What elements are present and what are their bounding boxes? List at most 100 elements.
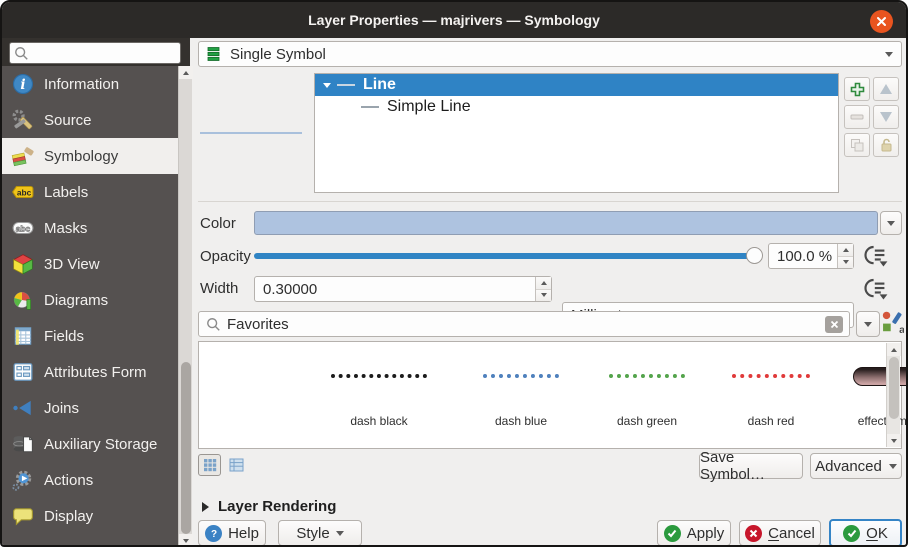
- opacity-slider-handle[interactable]: [746, 247, 763, 264]
- color-dropdown-button[interactable]: [880, 211, 902, 235]
- clear-search-button[interactable]: [825, 316, 843, 333]
- ok-label: OK: [866, 525, 888, 542]
- symbol-list-scrollbar-thumb[interactable]: [889, 357, 899, 419]
- svg-text:abc: abc: [16, 224, 31, 234]
- move-up-button[interactable]: [873, 77, 899, 101]
- cancel-button[interactable]: Cancel: [739, 520, 821, 546]
- renderer-combo[interactable]: Single Symbol: [198, 41, 902, 67]
- favorites-search-input[interactable]: [225, 313, 805, 335]
- joins-icon: [11, 397, 35, 419]
- symbol-item-dash-black[interactable]: dash black: [319, 352, 439, 444]
- sidebar-item-label: Masks: [44, 220, 87, 237]
- style-manager-button[interactable]: a: [880, 310, 906, 336]
- help-label: Help: [228, 525, 259, 542]
- sidebar-item-attributes-form[interactable]: Attributes Form: [2, 354, 178, 390]
- scroll-up-arrow[interactable]: [179, 66, 193, 79]
- style-label: Style: [296, 525, 329, 542]
- down-arrow-icon: [879, 111, 893, 123]
- help-button[interactable]: ? Help: [198, 520, 266, 546]
- expand-arrow-icon[interactable]: [323, 83, 331, 88]
- chevron-down-icon: [887, 221, 895, 226]
- sidebar-scrollbar-thumb[interactable]: [181, 362, 191, 534]
- sidebar-item-labels[interactable]: abc Labels: [2, 174, 178, 210]
- actions-icon: [11, 469, 35, 491]
- saved-styles-dropdown-button[interactable]: [856, 311, 880, 337]
- spin-up-button[interactable]: [838, 244, 853, 257]
- symbol-preview: [609, 352, 685, 400]
- width-spinbox[interactable]: 0.30000: [254, 276, 552, 302]
- width-data-defined-button[interactable]: [864, 277, 890, 301]
- opacity-spin-buttons[interactable]: [837, 244, 853, 268]
- display-icon: [11, 505, 35, 527]
- ok-button[interactable]: OK: [829, 519, 902, 547]
- tree-item-label: Simple Line: [387, 98, 471, 116]
- window-close-button[interactable]: [870, 10, 893, 33]
- symbol-item-dash-blue[interactable]: dash blue: [461, 352, 581, 444]
- labels-icon: abc: [11, 181, 35, 203]
- opacity-slider[interactable]: [254, 253, 754, 259]
- symbol-item-dash-green[interactable]: dash green: [587, 352, 707, 444]
- sidebar-item-joins[interactable]: Joins: [2, 390, 178, 426]
- scroll-down-arrow[interactable]: [887, 434, 901, 447]
- help-icon: ?: [205, 525, 222, 542]
- tree-row-simple-line[interactable]: Simple Line: [315, 96, 838, 118]
- symbol-list: dash black dash blue dash green dash red: [198, 341, 902, 449]
- symbol-item-dash-red[interactable]: dash red: [711, 352, 831, 444]
- sidebar-item-diagrams[interactable]: Diagrams: [2, 282, 178, 318]
- opacity-data-defined-button[interactable]: [864, 244, 890, 268]
- spin-down-button[interactable]: [536, 290, 551, 302]
- color-swatch-button[interactable]: [254, 211, 878, 235]
- chevron-down-icon: [885, 52, 893, 57]
- svg-text:abc: abc: [17, 188, 32, 198]
- layer-rendering-toggle[interactable]: Layer Rendering: [202, 498, 336, 515]
- advanced-button[interactable]: Advanced: [810, 453, 902, 479]
- style-button[interactable]: Style: [278, 520, 362, 546]
- layer-properties-dialog: Layer Properties — majrivers — Symbology…: [0, 0, 908, 547]
- symbol-label: dash green: [617, 414, 677, 428]
- sidebar-search-input[interactable]: [9, 42, 181, 64]
- sidebar-item-fields[interactable]: Fields: [2, 318, 178, 354]
- sidebar-item-information[interactable]: i Information: [2, 66, 178, 102]
- sidebar-item-symbology[interactable]: Symbology: [2, 138, 178, 174]
- symbol-label: dash red: [748, 414, 795, 428]
- opacity-spinbox[interactable]: 100.0 %: [768, 243, 854, 269]
- color-label: Color: [200, 215, 236, 232]
- width-label: Width: [200, 280, 238, 297]
- fields-icon: [11, 325, 35, 347]
- up-arrow-icon: [879, 83, 893, 95]
- sidebar-item-source[interactable]: Source: [2, 102, 178, 138]
- sidebar-item-label: 3D View: [44, 256, 100, 273]
- lock-icon: [880, 138, 893, 152]
- sidebar-item-3d-view[interactable]: 3D View: [2, 246, 178, 282]
- list-view-button[interactable]: [225, 454, 248, 476]
- cancel-x-icon: [745, 525, 762, 542]
- symbol-tree: Line Simple Line: [314, 73, 839, 193]
- sidebar-item-label: Source: [44, 112, 92, 129]
- sidebar-item-display[interactable]: Display: [2, 498, 178, 534]
- advanced-label: Advanced: [815, 458, 882, 475]
- data-defined-override-icon: [864, 244, 888, 268]
- sidebar-item-actions[interactable]: Actions: [2, 462, 178, 498]
- tree-row-line[interactable]: Line: [315, 74, 838, 96]
- spin-down-button[interactable]: [838, 257, 853, 269]
- spin-up-button[interactable]: [536, 277, 551, 290]
- apply-label: Apply: [687, 525, 725, 542]
- simple-line-symbol-icon: [361, 106, 379, 108]
- duplicate-symbol-layer-button[interactable]: [844, 133, 870, 157]
- svg-text:a: a: [899, 325, 904, 335]
- layer-rendering-label: Layer Rendering: [218, 498, 336, 515]
- icon-view-button[interactable]: [198, 454, 221, 476]
- lock-color-button[interactable]: [873, 133, 899, 157]
- apply-button[interactable]: Apply: [657, 520, 731, 546]
- move-down-button[interactable]: [873, 105, 899, 129]
- scroll-up-arrow[interactable]: [887, 343, 901, 356]
- sidebar-item-masks[interactable]: abc Masks: [2, 210, 178, 246]
- sidebar-item-label: Information: [44, 76, 119, 93]
- list-view-icon: [229, 458, 244, 472]
- width-spin-buttons[interactable]: [535, 277, 551, 301]
- add-symbol-layer-button[interactable]: [844, 77, 870, 101]
- save-symbol-button[interactable]: Save Symbol…: [699, 453, 803, 479]
- scroll-down-arrow[interactable]: [179, 534, 193, 547]
- sidebar-item-auxiliary-storage[interactable]: Auxiliary Storage: [2, 426, 178, 462]
- remove-symbol-layer-button[interactable]: [844, 105, 870, 129]
